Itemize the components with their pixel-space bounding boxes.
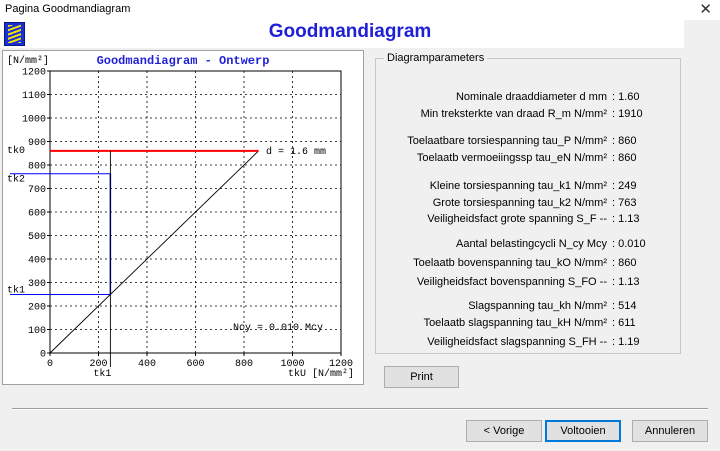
param-label: Nominale draaddiameter d mm bbox=[455, 91, 607, 103]
goodman-chart-svg: 0 200 400 600 800 1000 12000100200300400500600… bbox=[7, 54, 354, 380]
y-tick-label: 800 bbox=[28, 162, 46, 173]
param-label: Veiligheidsfact grote spanning S_F -- bbox=[427, 213, 607, 225]
cancel-button[interactable]: Annuleren bbox=[632, 420, 708, 442]
y-tick-label: 500 bbox=[28, 232, 46, 243]
param-value: : 1.60 bbox=[612, 91, 640, 103]
print-button[interactable]: Print bbox=[384, 366, 459, 388]
param-row: Veiligheidsfact slagspanning S_FH -- : 1.… bbox=[376, 336, 682, 350]
param-row: Veiligheidsfact grote spanning S_F -- : 1… bbox=[376, 213, 682, 227]
param-row: Slagspanning tau_kh N/mm² : 514 bbox=[376, 300, 682, 314]
param-value: : 1.13 bbox=[612, 276, 640, 288]
param-row: Toelaatb bovenspanning tau_kO N/mm² : 860 bbox=[376, 257, 682, 271]
page-header: Goodmandiagram bbox=[0, 20, 684, 48]
param-value: : 860 bbox=[612, 152, 637, 164]
goodman-chart: 0 200 400 600 800 1000 1200 0 100 200 300 400 500 600… bbox=[2, 50, 364, 385]
param-label: Min treksterkte van draad R_m N/mm² bbox=[420, 108, 607, 120]
y-tick-label: 1200 bbox=[22, 68, 46, 79]
tk2-label: tk2 bbox=[7, 174, 25, 186]
finish-button[interactable]: Voltooien bbox=[545, 420, 621, 442]
param-label: Toelaatbare torsiespanning tau_P N/mm² bbox=[407, 135, 607, 147]
x-tick-label: 600 bbox=[186, 359, 204, 370]
y-tick-label: 700 bbox=[28, 185, 46, 196]
param-label: Grote torsiespanning tau_k2 N/mm² bbox=[432, 197, 607, 209]
param-row: Min treksterkte van draad R_m N/mm² : 191… bbox=[376, 108, 682, 122]
y-tick-label: 900 bbox=[28, 138, 46, 149]
y-axis-label: [N/mm²] bbox=[7, 55, 49, 67]
y-tick-label: 400 bbox=[28, 256, 46, 267]
y-tick-label: 0 bbox=[40, 350, 46, 361]
param-label: Toelaatb slagspanning tau_kH N/mm² bbox=[423, 317, 607, 329]
x-tick-label: 400 bbox=[138, 359, 156, 370]
param-row: Toelaatb slagspanning tau_kH N/mm² : 611 bbox=[376, 317, 682, 331]
title-bar: Pagina Goodmandiagram ✕ bbox=[0, 0, 720, 20]
page-title: Goodmandiagram bbox=[268, 21, 432, 42]
param-value: : 249 bbox=[612, 180, 637, 192]
y-tick-label: 100 bbox=[28, 326, 46, 337]
tk1-x-label: tk1 bbox=[93, 368, 111, 380]
param-value: : 514 bbox=[612, 300, 637, 312]
x-tick-label: 800 bbox=[235, 359, 253, 370]
group-legend: Diagramparameters bbox=[384, 52, 488, 64]
tk0-label: tk0 bbox=[7, 145, 25, 157]
param-row: Grote torsiespanning tau_k2 N/mm² : 763 bbox=[376, 197, 682, 211]
param-row: Toelaatbare torsiespanning tau_P N/mm² : … bbox=[376, 135, 682, 149]
param-label: Toelaatb vermoeiingssp tau_eN N/mm² bbox=[416, 152, 607, 164]
cycles-annotation: Ncy = 0.010 Mcy bbox=[233, 323, 323, 334]
diagonal-line bbox=[49, 150, 259, 354]
diagram-parameters-group: Diagramparameters Nominale draaddiameter… bbox=[375, 52, 682, 354]
y-tick-label: 1100 bbox=[22, 91, 46, 102]
param-value: : 611 bbox=[612, 317, 636, 329]
param-value: : 1.19 bbox=[612, 336, 640, 348]
close-icon[interactable]: ✕ bbox=[699, 0, 712, 18]
param-row: Kleine torsiespanning tau_k1 N/mm² : 249 bbox=[376, 180, 682, 194]
param-label: Veiligheidsfact bovenspanning S_FO -- bbox=[416, 276, 607, 288]
separator bbox=[12, 408, 708, 410]
param-value: : 1.13 bbox=[612, 213, 640, 225]
y-tick-label: 200 bbox=[28, 303, 46, 314]
y-tick-label: 1000 bbox=[22, 115, 46, 126]
param-row: Aantal belastingcycli N_cy Mcy : 0.010 bbox=[376, 238, 682, 252]
x-tick-label: 0 bbox=[47, 359, 53, 370]
tk1-label: tk1 bbox=[7, 284, 25, 296]
x-axis-label: tkU [N/mm²] bbox=[288, 368, 354, 380]
param-label: Kleine torsiespanning tau_k1 N/mm² bbox=[429, 180, 607, 192]
param-value: : 1910 bbox=[612, 108, 643, 120]
param-row: Nominale draaddiameter d mm : 1.60 bbox=[376, 91, 682, 105]
param-label: Aantal belastingcycli N_cy Mcy bbox=[455, 238, 607, 250]
chart-title: Goodmandiagram - Ontwerp bbox=[97, 54, 270, 68]
y-tick-label: 600 bbox=[28, 209, 46, 220]
param-value: : 763 bbox=[612, 197, 637, 209]
param-value: : 860 bbox=[612, 135, 637, 147]
back-button[interactable]: < Vorige bbox=[466, 420, 542, 442]
param-row: Veiligheidsfact bovenspanning S_FO -- : 1… bbox=[376, 276, 682, 290]
param-value: : 860 bbox=[612, 257, 637, 269]
param-label: Slagspanning tau_kh N/mm² bbox=[468, 300, 607, 312]
y-tick-label: 300 bbox=[28, 279, 46, 290]
window-title: Pagina Goodmandiagram bbox=[5, 3, 131, 15]
param-label: Toelaatb bovenspanning tau_kO N/mm² bbox=[413, 257, 607, 269]
param-value: : 0.010 bbox=[612, 238, 646, 250]
param-row: Toelaatb vermoeiingssp tau_eN N/mm² : 860 bbox=[376, 152, 682, 166]
diameter-annotation: d = 1.6 mm bbox=[266, 146, 326, 158]
param-label: Veiligheidsfact slagspanning S_FH -- bbox=[427, 336, 607, 348]
